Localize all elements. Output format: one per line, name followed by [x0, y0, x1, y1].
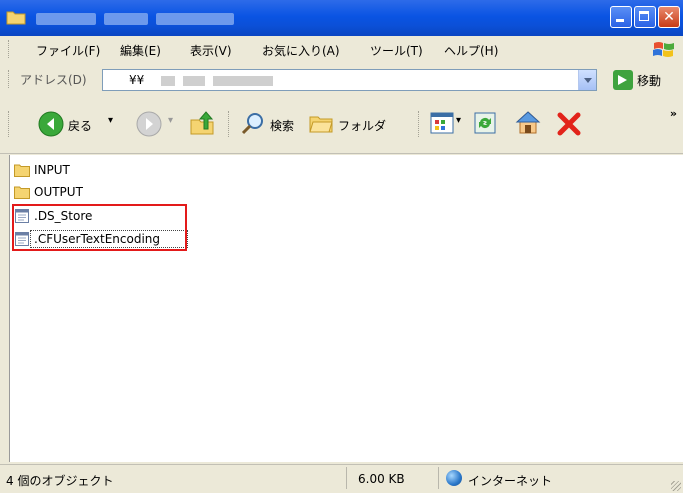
annotation-highlight-box: [12, 204, 187, 251]
address-input[interactable]: ¥¥: [102, 69, 597, 91]
menu-help[interactable]: ヘルプ(H): [444, 42, 498, 59]
address-bar: アドレス(D) ¥¥ 移動: [0, 62, 683, 98]
address-redacted: [183, 76, 205, 86]
menu-edit[interactable]: 編集(E): [120, 42, 161, 59]
folder-icon: [14, 164, 30, 177]
status-separator: [346, 467, 347, 489]
address-redacted: [161, 76, 175, 86]
explorer-window: ✕ ファイル(F) 編集(E) 表示(V) お気に入り(A) ツール(T) ヘル…: [0, 0, 683, 493]
window-title-redacted: [36, 13, 96, 25]
views-icon[interactable]: [430, 112, 454, 134]
standard-toolbar: 戻る ▾ ▾ 検索 フォルダ ▾ »: [0, 97, 683, 154]
search-button[interactable]: 検索: [270, 117, 294, 134]
windows-logo-icon: [653, 42, 674, 57]
status-separator: [438, 467, 439, 489]
maximize-button[interactable]: [634, 6, 656, 28]
delete-icon[interactable]: [556, 111, 582, 137]
go-button[interactable]: 移動: [637, 72, 661, 89]
file-name: INPUT: [34, 163, 70, 177]
forward-arrow-icon[interactable]: [136, 111, 162, 137]
toolbar-grip[interactable]: [8, 40, 11, 58]
back-dropdown-icon[interactable]: ▾: [108, 115, 113, 126]
status-bar: 4 個のオブジェクト 6.00 KB インターネット: [0, 464, 683, 493]
forward-dropdown-icon[interactable]: ▾: [168, 115, 173, 126]
search-icon[interactable]: [240, 111, 266, 137]
folders-button[interactable]: フォルダ: [338, 117, 386, 134]
window-title-redacted: [104, 13, 148, 25]
back-arrow-icon[interactable]: [38, 111, 64, 137]
folders-icon[interactable]: [308, 111, 334, 135]
menu-view[interactable]: 表示(V): [190, 42, 232, 59]
status-zone: インターネット: [468, 474, 553, 488]
menu-file[interactable]: ファイル(F): [36, 42, 100, 59]
folder-up-icon[interactable]: [188, 109, 216, 137]
menu-favorites[interactable]: お気に入り(A): [262, 42, 340, 59]
address-redacted: [213, 76, 273, 86]
go-arrow-icon[interactable]: [613, 70, 633, 90]
status-object-count: 4 個のオブジェクト: [6, 474, 114, 488]
resize-grip[interactable]: [671, 481, 681, 491]
toolbar-separator: [228, 111, 231, 137]
sync-icon[interactable]: [474, 112, 496, 134]
file-list-view[interactable]: INPUT OUTPUT .DS_Store .CFUserTextEncodi…: [9, 155, 683, 462]
menu-tools[interactable]: ツール(T): [370, 42, 423, 59]
menu-bar: ファイル(F) 編集(E) 表示(V) お気に入り(A) ツール(T) ヘルプ(…: [0, 36, 683, 63]
title-bar[interactable]: ✕: [0, 0, 683, 36]
toolbar-overflow-chevron[interactable]: »: [670, 107, 677, 120]
toolbar-grip[interactable]: [8, 111, 11, 137]
address-value: ¥¥: [129, 73, 145, 87]
folder-icon: [6, 11, 26, 25]
toolbar-separator: [418, 111, 421, 137]
file-name: OUTPUT: [34, 185, 83, 199]
close-button[interactable]: ✕: [658, 6, 680, 28]
status-size: 6.00 KB: [358, 472, 405, 486]
address-dropdown-button[interactable]: [578, 70, 596, 90]
views-dropdown-icon[interactable]: ▾: [456, 115, 461, 126]
folder-icon: [14, 186, 30, 199]
address-label: アドレス(D): [20, 73, 87, 87]
window-title-redacted: [156, 13, 234, 25]
toolbar-grip[interactable]: [8, 70, 11, 88]
internet-globe-icon: [446, 470, 462, 486]
home-icon[interactable]: [514, 109, 542, 137]
minimize-button[interactable]: [610, 6, 632, 28]
back-button[interactable]: 戻る: [68, 117, 92, 134]
